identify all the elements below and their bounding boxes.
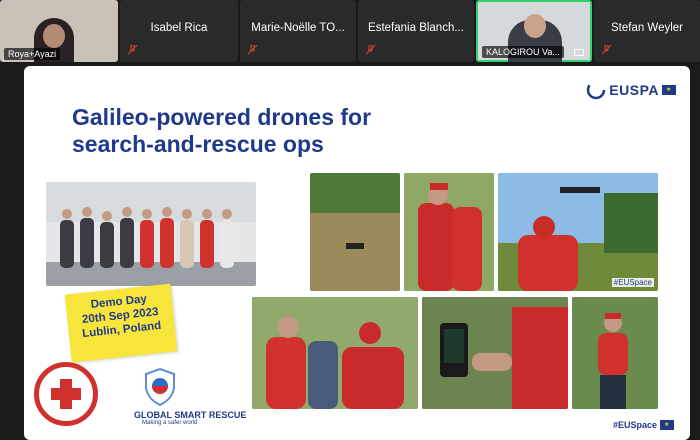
participant-tile-roya[interactable]: Roya+Ayazi	[0, 0, 118, 62]
eu-flag-icon	[660, 420, 674, 430]
slide-title-line1: Galileo-powered drones for	[72, 104, 372, 130]
demo-day-sticky-note: Demo Day 20th Sep 2023 Lublin, Poland	[64, 283, 178, 363]
participant-name: Marie-Noëlle TO...	[251, 22, 345, 34]
ukrainian-red-cross-logo	[34, 362, 98, 426]
participant-name: Roya+Ayazi	[4, 48, 61, 60]
eu-flag-icon	[662, 85, 676, 95]
participant-name: KALOGIROU Va...	[482, 46, 564, 58]
photo-rescuers-team	[252, 297, 418, 409]
euspa-logo: EUSPA	[586, 78, 676, 102]
shield-icon	[145, 367, 175, 407]
slide-title: Galileo-powered drones for search-and-re…	[72, 104, 452, 158]
photo-pilot-with-controller	[404, 173, 494, 291]
euspa-swirl-icon	[587, 80, 606, 100]
screen-share-icon	[574, 49, 584, 56]
photo-controller-closeup	[422, 297, 568, 409]
mic-muted-icon	[601, 44, 612, 57]
participant-tile-estefania[interactable]: Estefania Blanch...	[358, 0, 474, 62]
footer-hashtag: #EUSpace	[613, 420, 674, 430]
participant-tile-kalogirou[interactable]: KALOGIROU Va...	[476, 0, 592, 62]
global-smart-rescue-logo	[144, 367, 176, 407]
participant-name: Stefan Weyler	[610, 22, 683, 34]
gsr-tagline: Making a safer world	[142, 420, 198, 426]
euspa-logo-text: EUSPA	[609, 82, 659, 98]
photo-rescuer-standing	[572, 297, 658, 409]
mic-muted-icon	[247, 44, 258, 57]
slide-title-line2: search-and-rescue ops	[72, 131, 324, 157]
participant-strip: Roya+Ayazi Isabel Rica Marie-Noëlle TO..…	[0, 0, 700, 64]
participant-face	[524, 14, 546, 38]
participant-name: Isabel Rica	[150, 22, 208, 34]
participant-tile-marie-noelle[interactable]: Marie-Noëlle TO...	[240, 0, 356, 62]
red-cross-icon	[51, 379, 81, 409]
participant-tile-isabel[interactable]: Isabel Rica	[120, 0, 238, 62]
group-photo	[46, 182, 256, 286]
participant-tile-stefan[interactable]: Stefan Weyler	[594, 0, 700, 62]
photo-hashtag: #EUSpace	[611, 278, 654, 287]
photo-drone-launch: #EUSpace	[498, 173, 658, 291]
mic-muted-icon	[365, 44, 376, 57]
participant-name: Estefania Blanch...	[368, 22, 464, 34]
participant-face	[43, 24, 65, 48]
footer-hashtag-text: #EUSpace	[612, 420, 657, 430]
mic-muted-icon	[127, 44, 138, 57]
shared-slide: EUSPA Galileo-powered drones for search-…	[24, 66, 690, 440]
gsr-name: GLOBAL SMART RESCUE	[134, 410, 247, 420]
photo-drone-on-field	[310, 173, 400, 291]
